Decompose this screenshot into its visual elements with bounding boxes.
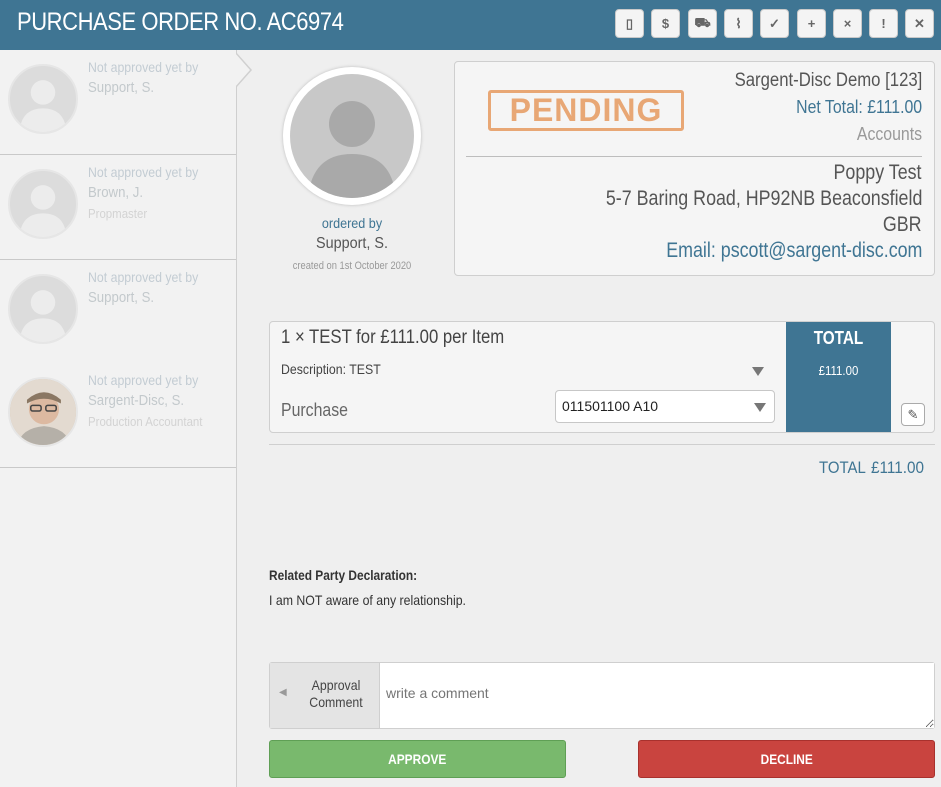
approver-role: Production Accountant bbox=[88, 414, 203, 429]
grand-total-label: TOTAL bbox=[819, 458, 866, 477]
item-title: 1 × TEST for £111.00 per Item bbox=[281, 327, 505, 348]
avatar bbox=[8, 169, 78, 239]
department: Accounts bbox=[856, 124, 922, 144]
item-total-header: TOTAL bbox=[813, 328, 864, 348]
comment-label-toggle[interactable]: ◀ Approval Comment bbox=[270, 663, 380, 728]
item-description: Description: TEST bbox=[281, 361, 381, 377]
expand-description-icon[interactable] bbox=[752, 367, 764, 376]
company-name: Sargent-Disc Demo [123] bbox=[734, 70, 922, 91]
contact-name: Poppy Test bbox=[834, 161, 922, 184]
document-icon[interactable]: ▯ bbox=[615, 9, 644, 38]
exclamation-icon[interactable]: ! bbox=[869, 9, 898, 38]
x-circle-icon[interactable]: × bbox=[833, 9, 862, 38]
approver-status: Not approved yet by bbox=[88, 269, 199, 285]
paperclip-icon[interactable]: ⌇ bbox=[724, 9, 753, 38]
check-circle-icon[interactable]: ✓ bbox=[760, 9, 789, 38]
approver-item[interactable]: Not approved yet by Support, S. bbox=[0, 260, 236, 365]
comment-input[interactable] bbox=[380, 663, 934, 728]
orderer-avatar bbox=[283, 67, 421, 205]
declaration-heading: Related Party Declaration: bbox=[269, 567, 418, 583]
approver-item[interactable]: Not approved yet by Sargent-Disc, S. Pro… bbox=[0, 363, 236, 468]
divider bbox=[466, 156, 922, 157]
item-total-value: £111.00 bbox=[818, 363, 859, 378]
approver-status: Not approved yet by bbox=[88, 372, 199, 388]
order-summary-card: PENDING Sargent-Disc Demo [123] Net Tota… bbox=[454, 61, 935, 276]
approve-button[interactable]: APPROVE bbox=[269, 740, 566, 778]
comment-box: ◀ Approval Comment bbox=[269, 662, 935, 729]
item-total-column: TOTAL £111.00 bbox=[786, 322, 891, 432]
orderer-name: Support, S. bbox=[315, 235, 389, 252]
email-link[interactable]: Email: pscott@sargent-disc.com bbox=[666, 239, 922, 263]
item-type-label: Purchase bbox=[281, 400, 348, 420]
page-title: PURCHASE ORDER NO. AC6974 bbox=[17, 8, 344, 36]
truck-icon[interactable]: ⛟ bbox=[688, 9, 717, 38]
header-bar: PURCHASE ORDER NO. AC6974 ▯ $ ⛟ ⌇ ✓ + × … bbox=[0, 0, 941, 50]
grand-total-value: £111.00 bbox=[871, 458, 925, 477]
nominal-code-select[interactable]: 011501100 A10 bbox=[555, 390, 775, 423]
approver-item[interactable]: Not approved yet by Brown, J. Propmaster bbox=[0, 155, 236, 260]
address: 5-7 Baring Road, HP92NB Beaconsfield bbox=[605, 187, 922, 210]
comment-label: Approval Comment bbox=[309, 677, 363, 710]
plus-circle-icon[interactable]: + bbox=[797, 9, 826, 38]
ordered-by-label: ordered by bbox=[321, 215, 383, 231]
line-item: 1 × TEST for £111.00 per Item Descriptio… bbox=[269, 321, 935, 433]
approver-name: Brown, J. bbox=[88, 184, 144, 201]
approvers-sidebar: Not approved yet by Support, S. Not appr… bbox=[0, 50, 237, 787]
declaration-text: I am NOT aware of any relationship. bbox=[269, 592, 466, 608]
close-icon[interactable]: ✕ bbox=[905, 9, 934, 38]
approver-name: Sargent-Disc, S. bbox=[88, 392, 185, 409]
approver-name: Support, S. bbox=[88, 289, 155, 306]
approver-status: Not approved yet by bbox=[88, 164, 199, 180]
net-total: Net Total: £111.00 bbox=[796, 97, 922, 117]
nominal-code-value: 011501100 A10 bbox=[562, 398, 659, 414]
approver-status: Not approved yet by bbox=[88, 59, 199, 75]
approver-item[interactable]: Not approved yet by Support, S. bbox=[0, 50, 236, 155]
country: GBR bbox=[883, 213, 922, 236]
avatar bbox=[8, 274, 78, 344]
selected-pointer bbox=[235, 52, 252, 88]
approver-name: Support, S. bbox=[88, 79, 155, 96]
status-stamp: PENDING bbox=[488, 90, 684, 131]
chevron-down-icon bbox=[754, 403, 766, 412]
avatar bbox=[8, 64, 78, 134]
decline-button[interactable]: DECLINE bbox=[638, 740, 935, 778]
caret-left-icon: ◀ bbox=[279, 687, 287, 698]
dollar-icon[interactable]: $ bbox=[651, 9, 680, 38]
approver-role: Propmaster bbox=[88, 206, 148, 221]
divider bbox=[269, 444, 935, 445]
avatar bbox=[8, 377, 78, 447]
edit-icon[interactable]: ✎ bbox=[901, 403, 925, 426]
created-date: created on 1st October 2020 bbox=[292, 260, 412, 272]
